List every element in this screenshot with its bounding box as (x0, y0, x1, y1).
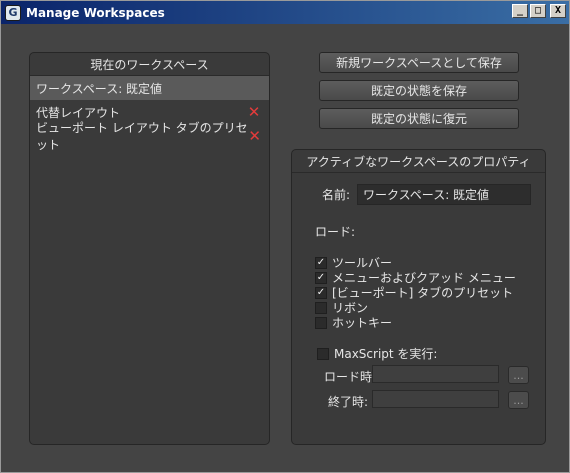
current-workspaces-panel: 現在のワークスペース ワークスペース: 既定値 代替レイアウト ✕ ビューポート… (29, 52, 270, 445)
check-icon: ✓ (315, 256, 327, 269)
workspace-name-field[interactable]: ワークスペース: 既定値 (357, 184, 531, 205)
manage-workspaces-window: G Manage Workspaces _ □ X 現在のワークスペース ワーク… (0, 0, 570, 473)
check-icon: ✓ (315, 286, 327, 299)
workspace-item-label: ビューポート レイアウト タブのプリセット (36, 121, 248, 152)
save-as-new-workspace-button[interactable]: 新規ワークスペースとして保存 (319, 52, 519, 73)
delete-icon[interactable]: ✕ (248, 127, 261, 145)
close-button[interactable]: X (550, 4, 566, 18)
minimize-button[interactable]: _ (512, 4, 528, 18)
window-title: Manage Workspaces (26, 5, 165, 20)
workspace-item-viewport-presets[interactable]: ビューポート レイアウト タブのプリセット ✕ (30, 121, 269, 152)
restore-default-state-button[interactable]: 既定の状態に復元 (319, 108, 519, 129)
check-icon: ✓ (315, 271, 327, 284)
on-load-label: ロード時: (324, 370, 377, 384)
active-workspace-properties-panel: アクティブなワークスペースのプロパティ 名前: ワークスペース: 既定値 ロード… (291, 149, 546, 445)
delete-icon[interactable]: ✕ (247, 103, 261, 121)
unchecked-box (317, 347, 329, 360)
on-exit-browse-button[interactable]: ... (508, 391, 529, 409)
save-default-state-button[interactable]: 既定の状態を保存 (319, 80, 519, 101)
title-bar[interactable]: G Manage Workspaces _ □ X (1, 1, 569, 24)
workspace-name-value: ワークスペース: 既定値 (363, 188, 490, 202)
load-label: ロード: (315, 225, 356, 239)
app-icon: G (5, 4, 21, 21)
unchecked-box (315, 301, 327, 314)
on-exit-script-field (372, 390, 499, 408)
on-load-browse-button[interactable]: ... (508, 366, 529, 384)
on-exit-label: 終了時: (328, 395, 369, 409)
name-label: 名前: (322, 188, 351, 202)
checkbox-hotkeys[interactable]: ホットキー (315, 314, 392, 331)
on-load-script-field (372, 365, 499, 383)
checkbox-run-maxscript[interactable]: MaxScript を実行: (317, 345, 437, 362)
maximize-button[interactable]: □ (530, 4, 546, 18)
workspace-item-label: ワークスペース: 既定値 (36, 81, 163, 96)
workspace-item-default[interactable]: ワークスペース: 既定値 (30, 76, 269, 100)
workspace-item-label: 代替レイアウト (36, 105, 121, 120)
properties-header: アクティブなワークスペースのプロパティ (292, 150, 545, 173)
checkbox-label: ホットキー (332, 316, 393, 330)
unchecked-box (315, 316, 327, 329)
checkbox-label: MaxScript を実行: (334, 347, 438, 361)
current-workspaces-header: 現在のワークスペース (30, 53, 269, 76)
